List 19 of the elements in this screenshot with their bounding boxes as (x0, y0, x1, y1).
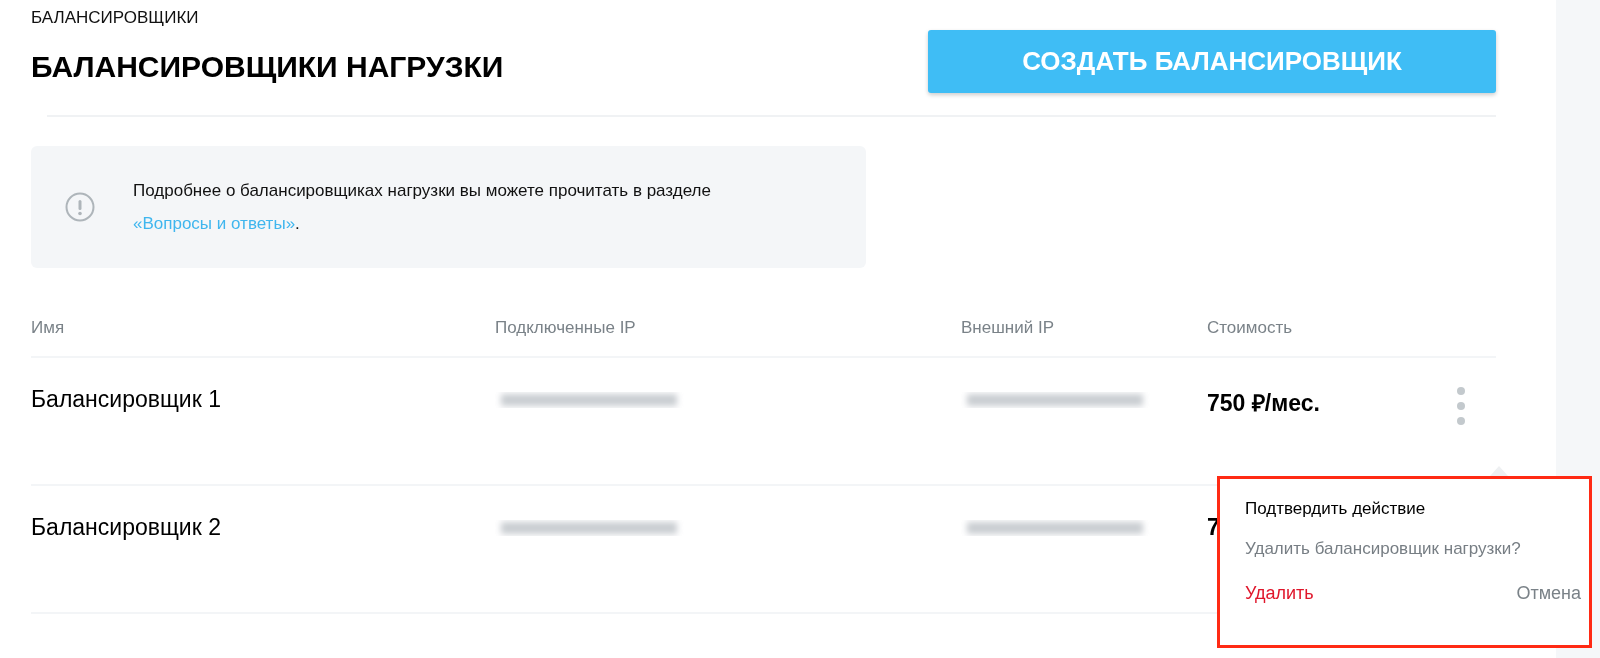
column-header: Стоимость (1207, 318, 1294, 338)
column-header: Внешний IP (961, 318, 1055, 338)
delete-button[interactable]: Удалить (1245, 583, 1314, 604)
popover-title: Подтвердить действие (1245, 499, 1427, 519)
popover-pointer (1490, 466, 1508, 476)
exclamation-icon (65, 192, 95, 222)
balancer-name: Балансировщик 2 (31, 514, 222, 542)
create-button[interactable]: СОЗДАТЬ БАЛАНСИРОВЩИК (928, 30, 1496, 93)
balancer-name: Балансировщик 1 (31, 386, 222, 414)
info-text: Подробнее о балансировщиках нагрузки вы можете прочитать в разделе «Вопросы и ответы». (133, 180, 712, 235)
column-header: Имя (31, 318, 66, 338)
price: 750 ₽/мес. (1207, 389, 1321, 418)
cancel-button[interactable]: Отмена (1516, 583, 1581, 604)
column-header: Подключенные IP (495, 318, 637, 338)
breadcrumb[interactable]: БАЛАНСИРОВЩИКИ (31, 8, 504, 28)
page-title: БАЛАНСИРОВЩИКИ НАГРУЗКИ (31, 50, 504, 84)
more-icon[interactable] (1456, 386, 1466, 426)
faq-link[interactable]: «Вопросы и ответы» (133, 214, 296, 233)
popover-question: Удалить балансировщик нагрузки? (1245, 539, 1522, 559)
